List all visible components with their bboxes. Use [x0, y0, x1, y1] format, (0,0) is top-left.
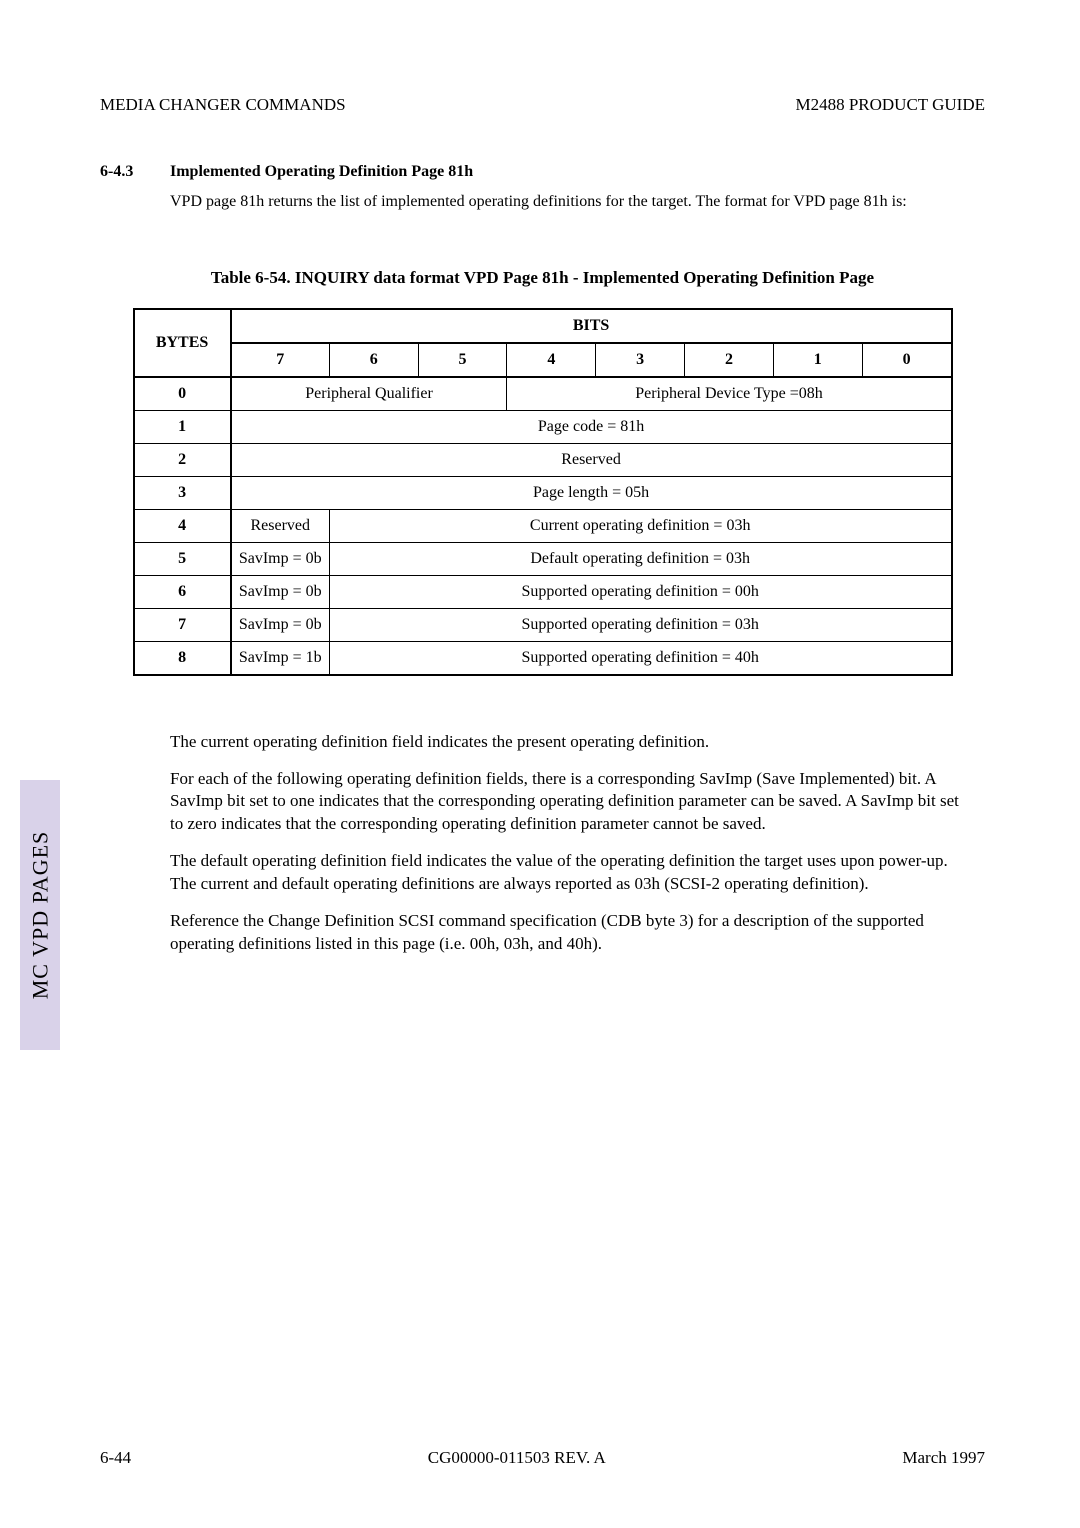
- bit-col: 5: [418, 343, 507, 377]
- data-cell: Default operating definition = 03h: [329, 542, 951, 575]
- data-cell: Supported operating definition = 40h: [329, 641, 951, 675]
- footer-center: CG00000-011503 REV. A: [428, 1448, 606, 1468]
- footer-left: 6-44: [100, 1448, 131, 1468]
- bit-col: 4: [507, 343, 596, 377]
- byte-cell: 5: [134, 542, 231, 575]
- bytes-header: BYTES: [134, 309, 231, 377]
- table-row: 1 Page code = 81h: [134, 410, 952, 443]
- byte-cell: 7: [134, 608, 231, 641]
- data-cell: SavImp = 0b: [231, 608, 330, 641]
- table-row: 2 Reserved: [134, 443, 952, 476]
- data-cell: SavImp = 0b: [231, 575, 330, 608]
- bit-col: 1: [773, 343, 862, 377]
- bit-col: 6: [329, 343, 418, 377]
- paragraph: For each of the following operating defi…: [170, 768, 975, 837]
- paragraph: Reference the Change Definition SCSI com…: [170, 910, 975, 956]
- byte-cell: 3: [134, 476, 231, 509]
- data-cell: Peripheral Device Type =08h: [507, 377, 952, 411]
- data-cell: Peripheral Qualifier: [231, 377, 507, 411]
- bit-col: 2: [685, 343, 774, 377]
- page-header: MEDIA CHANGER COMMANDS M2488 PRODUCT GUI…: [100, 95, 985, 115]
- data-cell: Page code = 81h: [231, 410, 952, 443]
- data-cell: Page length = 05h: [231, 476, 952, 509]
- bit-col: 7: [231, 343, 330, 377]
- data-cell: SavImp = 0b: [231, 542, 330, 575]
- footer-right: March 1997: [902, 1448, 985, 1468]
- side-tab-label: MC VPD PAGES: [27, 831, 53, 1000]
- paragraph: The default operating definition field i…: [170, 850, 975, 896]
- data-cell: Reserved: [231, 443, 952, 476]
- section-number: 6-4.3: [100, 163, 170, 181]
- data-cell: Current operating definition = 03h: [329, 509, 951, 542]
- section-heading: 6-4.3 Implemented Operating Definition P…: [100, 163, 985, 181]
- byte-cell: 4: [134, 509, 231, 542]
- table-row: 3 Page length = 05h: [134, 476, 952, 509]
- section-intro: VPD page 81h returns the list of impleme…: [170, 191, 985, 213]
- table-row: 4 Reserved Current operating definition …: [134, 509, 952, 542]
- data-cell: SavImp = 1b: [231, 641, 330, 675]
- header-right: M2488 PRODUCT GUIDE: [795, 95, 985, 115]
- side-tab: MC VPD PAGES: [20, 780, 60, 1050]
- bits-header: BITS: [231, 309, 952, 343]
- table-row: 8 SavImp = 1b Supported operating defini…: [134, 641, 952, 675]
- table-row: 0 Peripheral Qualifier Peripheral Device…: [134, 377, 952, 411]
- byte-cell: 6: [134, 575, 231, 608]
- table-row: 6 SavImp = 0b Supported operating defini…: [134, 575, 952, 608]
- data-cell: Supported operating definition = 03h: [329, 608, 951, 641]
- vpd-table: BYTES BITS 7 6 5 4 3 2 1 0 0 Peripheral …: [133, 308, 953, 676]
- byte-cell: 0: [134, 377, 231, 411]
- header-left: MEDIA CHANGER COMMANDS: [100, 95, 346, 115]
- byte-cell: 8: [134, 641, 231, 675]
- bit-col: 0: [862, 343, 951, 377]
- page-footer: 6-44 CG00000-011503 REV. A March 1997: [100, 1448, 985, 1468]
- table-caption: Table 6-54. INQUIRY data format VPD Page…: [100, 268, 985, 288]
- bit-col: 3: [596, 343, 685, 377]
- byte-cell: 1: [134, 410, 231, 443]
- table-row: 5 SavImp = 0b Default operating definiti…: [134, 542, 952, 575]
- data-cell: Supported operating definition = 00h: [329, 575, 951, 608]
- section-title: Implemented Operating Definition Page 81…: [170, 163, 473, 181]
- table-row: 7 SavImp = 0b Supported operating defini…: [134, 608, 952, 641]
- data-cell: Reserved: [231, 509, 330, 542]
- paragraph: The current operating definition field i…: [170, 731, 975, 754]
- bit-cols-row: 7 6 5 4 3 2 1 0: [134, 343, 952, 377]
- byte-cell: 2: [134, 443, 231, 476]
